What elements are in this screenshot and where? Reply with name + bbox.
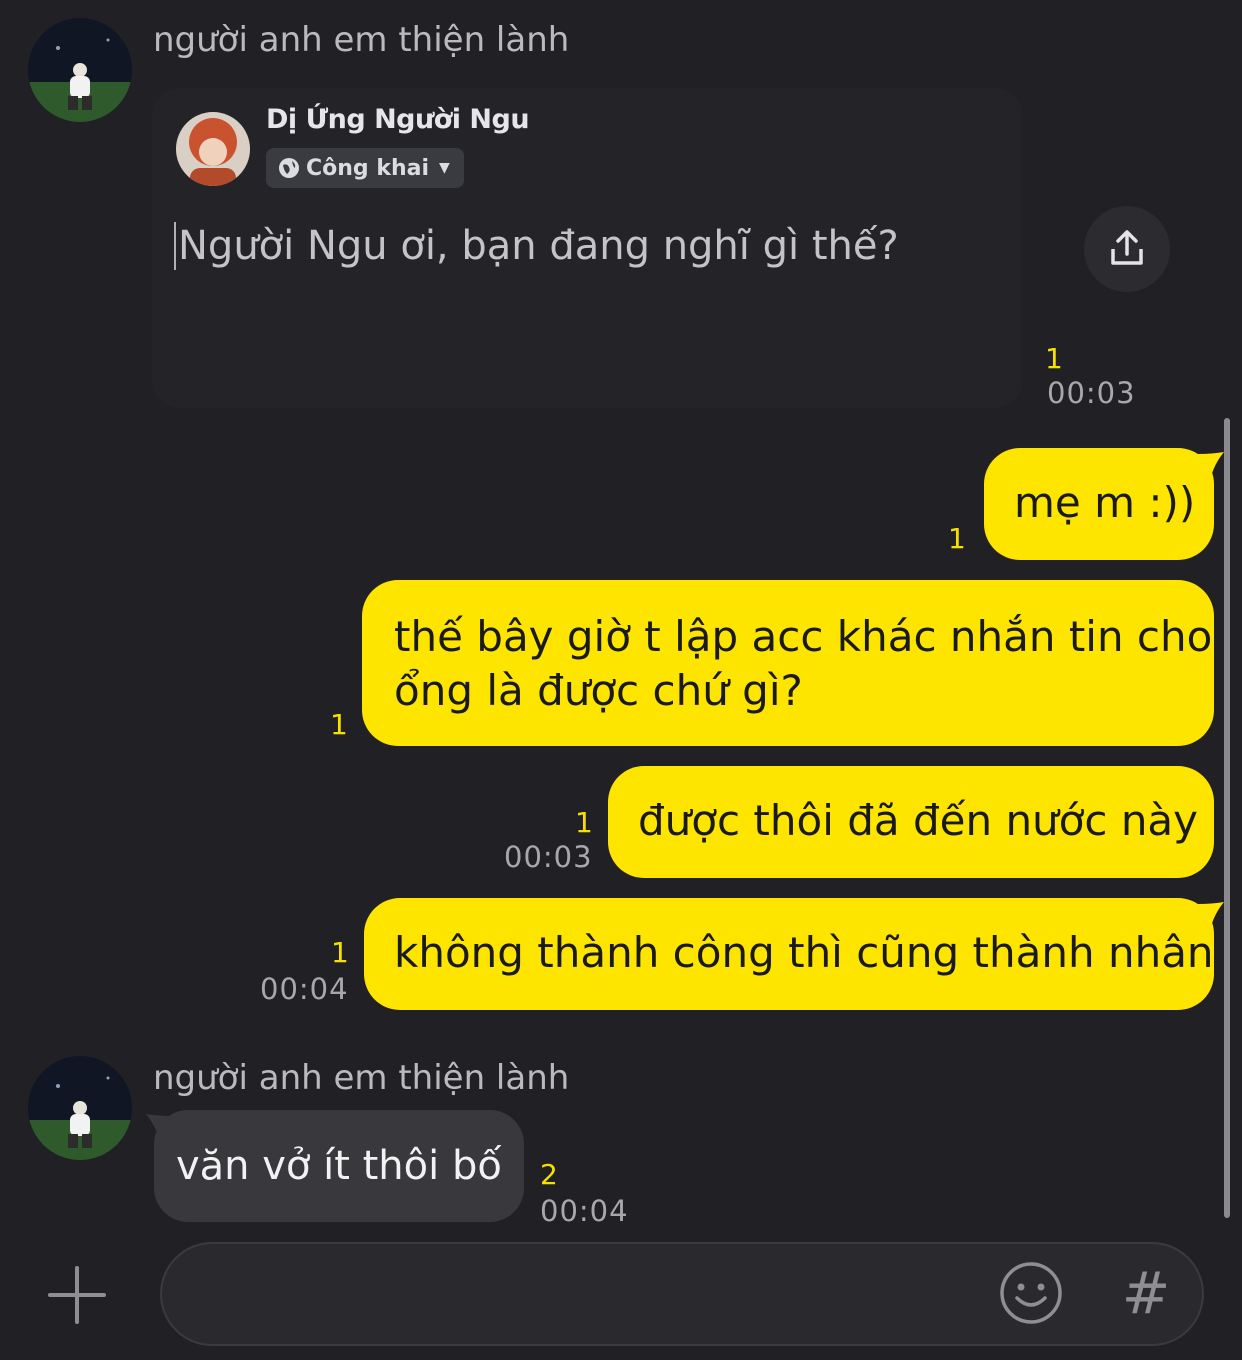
message-text: được thôi đã đến nước này [638, 796, 1199, 845]
message-text: mẹ m :)) [1014, 478, 1196, 527]
scrollbar[interactable] [1224, 418, 1230, 1218]
sender-name: người anh em thiện lành [153, 1058, 570, 1098]
read-count: 1 [1045, 342, 1063, 375]
message-text: thế bây giờ t lập acc khác nhắn tin cho [394, 612, 1213, 661]
plus-icon [48, 1266, 106, 1324]
emoji-button[interactable] [998, 1260, 1064, 1326]
bubble-tail [1198, 902, 1224, 930]
outgoing-message[interactable]: được thôi đã đến nước này [608, 766, 1214, 878]
read-count: 1 [948, 522, 966, 555]
add-button[interactable] [44, 1262, 110, 1328]
outgoing-message[interactable]: mẹ m :)) [984, 448, 1214, 560]
read-count: 1 [330, 708, 348, 741]
chevron-down-icon: ▼ [439, 160, 450, 176]
message-time: 00:04 [260, 972, 349, 1006]
hashtag-button[interactable]: # [1116, 1258, 1176, 1328]
sender-name: người anh em thiện lành [153, 20, 570, 60]
read-count: 2 [540, 1158, 558, 1191]
privacy-selector: Công khai ▼ [266, 148, 464, 188]
read-count: 1 [331, 936, 349, 969]
globe-icon [278, 157, 300, 179]
message-text: văn vở ít thôi bố [176, 1143, 502, 1189]
shared-post-card[interactable]: Dị Ứng Người Ngu Công khai ▼ Người Ngu ơ… [152, 88, 1022, 408]
outgoing-message[interactable]: thế bây giờ t lập acc khác nhắn tin cho … [362, 580, 1214, 746]
incoming-message[interactable]: văn vở ít thôi bố [154, 1110, 524, 1222]
bubble-tail [1198, 452, 1224, 480]
sender-avatar[interactable] [28, 18, 132, 122]
post-author-avatar [176, 112, 250, 186]
smiley-icon [1000, 1262, 1062, 1324]
post-author-name: Dị Ứng Người Ngu [266, 104, 530, 135]
post-composer-prompt: Người Ngu ơi, bạn đang nghĩ gì thế? [174, 222, 899, 270]
message-text: không thành công thì cũng thành nhân [394, 928, 1214, 977]
message-input-bar: # [0, 1228, 1242, 1360]
read-count: 1 [575, 806, 593, 839]
outgoing-message[interactable]: không thành công thì cũng thành nhân [364, 898, 1214, 1010]
message-time: 00:03 [504, 840, 593, 874]
privacy-label: Công khai [306, 155, 430, 181]
message-time: 00:03 [1047, 376, 1136, 410]
share-icon [1111, 230, 1143, 265]
message-time: 00:04 [540, 1194, 629, 1228]
share-button[interactable] [1084, 206, 1170, 292]
message-text: ổng là được chứ gì? [394, 666, 803, 715]
sender-avatar[interactable] [28, 1056, 132, 1160]
